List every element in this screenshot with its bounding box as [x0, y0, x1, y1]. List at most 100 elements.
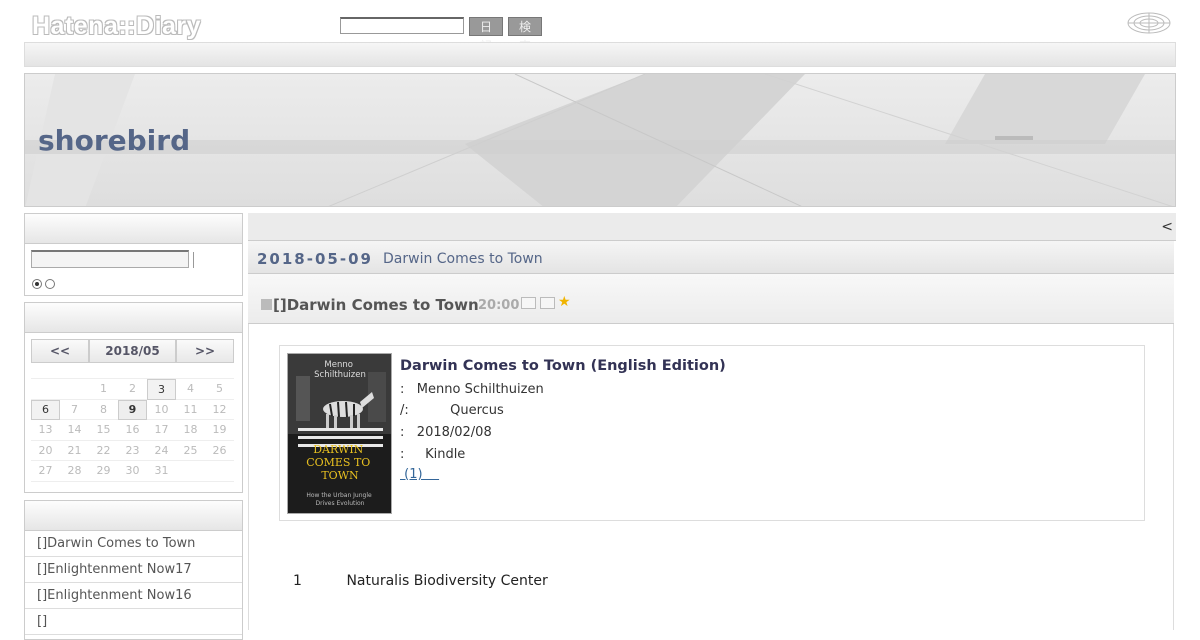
- book-title-link[interactable]: Darwin Comes to Town (English Edition): [400, 358, 726, 374]
- calendar-day: 25: [176, 441, 205, 461]
- calendar-day: 19: [205, 420, 234, 441]
- day-header: 2018-05-09 Darwin Comes to Town: [248, 240, 1174, 274]
- sidebar-search-input[interactable]: [31, 250, 189, 268]
- calendar-days: 1 2 3 4 5 6 7 8 9 10 11 12 13 14 15 16 17 18 19 20 21 22 23 24 2…: [31, 379, 234, 482]
- calendar-next-link[interactable]: >>: [176, 339, 234, 363]
- bookmark-icon[interactable]: [521, 297, 536, 309]
- calendar-week: 13 14 15 16 17 18 19: [31, 420, 234, 441]
- book-cover-art: Menno Schilthuizen DARWIN COMES TO TOWN …: [288, 354, 391, 513]
- calendar-day: 27: [31, 461, 60, 482]
- calendar-day: 14: [60, 420, 89, 441]
- calendar-day: 22: [89, 441, 118, 461]
- recent-entry[interactable]: []Enlightenment Now16: [25, 583, 242, 609]
- calendar-day: [205, 461, 234, 482]
- calendar-day: 4: [176, 379, 205, 400]
- hatena-mark-icon[interactable]: [1126, 10, 1172, 36]
- body-text-content: Naturalis Biodiversity Center: [346, 573, 548, 589]
- calendar-day: 1: [89, 379, 118, 400]
- diary-search-button[interactable]: 日記: [469, 17, 503, 53]
- banner-decoration: [25, 74, 1175, 206]
- recent-entry[interactable]: []: [25, 609, 242, 635]
- body-text-number: 1: [293, 573, 302, 589]
- calendar-day: [60, 379, 89, 400]
- recent-entry[interactable]: []Darwin Comes to Town: [25, 531, 242, 557]
- book-date: 2018/02/08: [416, 425, 492, 440]
- book-date-row: : 2018/02/08: [400, 425, 492, 440]
- hatena-diary-logo[interactable]: Hatena::Diary: [32, 12, 201, 41]
- sidebar-search-divider: [193, 252, 194, 268]
- sidebar-calendar-box: << 2018/05 >> 1 2 3 4 5 6 7 8 9 10 11 12 13 14 15 16 17 1…: [24, 302, 243, 493]
- book-publisher-row: /: Quercus: [400, 403, 504, 418]
- body-text-line: 1 Naturalis Biodiversity Center: [293, 573, 548, 589]
- calendar-week: 12345: [31, 379, 234, 400]
- book-row-label: :: [400, 425, 405, 440]
- book-cover-image[interactable]: Menno Schilthuizen DARWIN COMES TO TOWN …: [287, 353, 392, 514]
- calendar-day: 8: [89, 400, 118, 420]
- calendar-day: 7: [60, 400, 89, 420]
- calendar-month[interactable]: 2018/05: [89, 339, 176, 363]
- calendar-day: 18: [176, 420, 205, 441]
- calendar-day: 17: [147, 420, 176, 441]
- calendar-day: 24: [147, 441, 176, 461]
- book-format: Kindle: [425, 447, 466, 462]
- book-author-row: : Menno Schilthuizen: [400, 382, 544, 397]
- sidebar-recent-box: []Darwin Comes to Town []Enlightenment N…: [24, 500, 243, 640]
- calendar-day: 21: [60, 441, 89, 461]
- radio-search-keyword[interactable]: [45, 279, 55, 289]
- calendar-day: 12: [205, 400, 234, 420]
- diary-banner: shorebird: [24, 73, 1176, 207]
- calendar-day: 15: [89, 420, 118, 441]
- day-date-link[interactable]: 2018-05-09: [257, 250, 373, 268]
- diary-title[interactable]: shorebird: [38, 124, 190, 157]
- sub-toolbar: [24, 42, 1176, 67]
- calendar-day: 11: [176, 400, 205, 420]
- calendar-week: 27 28 29 30 31: [31, 461, 234, 482]
- calendar-day[interactable]: 6: [31, 399, 60, 420]
- prev-day-link[interactable]: <: [1161, 219, 1173, 235]
- calendar: << 2018/05 >> 1 2 3 4 5 6 7 8 9 10 11 12 13 14 15 16 17 1…: [31, 339, 234, 482]
- calendar-day: 16: [118, 420, 147, 441]
- book-row-label: :: [400, 382, 405, 397]
- calendar-day: 30: [118, 461, 147, 482]
- calendar-week: 20 21 22 23 24 25 26: [31, 441, 234, 461]
- calendar-prev-link[interactable]: <<: [31, 339, 89, 363]
- section-title[interactable]: []Darwin Comes to Town: [273, 296, 479, 314]
- sidebar-calendar-header: [25, 303, 242, 333]
- calendar-day: 10: [147, 400, 176, 420]
- book-row-label: :: [400, 447, 405, 462]
- calendar-day[interactable]: 9: [118, 399, 147, 420]
- calendar-day: 23: [118, 441, 147, 461]
- sidebar-recent-header: [25, 501, 242, 531]
- search-input[interactable]: [340, 17, 464, 34]
- book-format-row: : Kindle: [400, 447, 465, 462]
- section-header: []Darwin Comes to Town 20:00 ★: [248, 274, 1174, 324]
- top-bar: Hatena::Diary 日記 検索: [24, 0, 1176, 53]
- bookmark-graph-icon[interactable]: [540, 297, 555, 309]
- calendar-week: 6 7 8 9 10 11 12: [31, 399, 234, 420]
- book-author-link[interactable]: Menno Schilthuizen: [417, 382, 544, 397]
- book-publisher: Quercus: [450, 403, 504, 418]
- calendar-day: 20: [31, 441, 60, 461]
- calendar-day[interactable]: 3: [147, 379, 176, 400]
- book-review-link[interactable]: (1): [400, 467, 439, 482]
- main-content: < 2018-05-09 Darwin Comes to Town []Darw…: [248, 207, 1176, 630]
- recent-entry[interactable]: []Enlightenment Now17: [25, 557, 242, 583]
- calendar-day: 2: [118, 379, 147, 400]
- day-title: Darwin Comes to Town: [383, 251, 543, 267]
- pager: <: [248, 213, 1176, 241]
- section-square-icon[interactable]: [261, 299, 272, 310]
- calendar-day: 13: [31, 420, 60, 441]
- radio-search-diary[interactable]: [32, 279, 42, 289]
- sidebar-search-header: [25, 214, 242, 244]
- calendar-day: 26: [205, 441, 234, 461]
- calendar-day: 5: [205, 379, 234, 400]
- star-icon[interactable]: ★: [558, 294, 571, 310]
- book-card: Menno Schilthuizen DARWIN COMES TO TOWN …: [279, 345, 1145, 521]
- calendar-day: 28: [60, 461, 89, 482]
- cover-subtitle: How the Urban Jungle Drives Evolution: [306, 492, 373, 507]
- sidebar-search-box: [24, 213, 243, 296]
- search-button[interactable]: 検索: [508, 17, 542, 53]
- calendar-day: [176, 461, 205, 482]
- calendar-day: 29: [89, 461, 118, 482]
- calendar-day: [31, 379, 60, 400]
